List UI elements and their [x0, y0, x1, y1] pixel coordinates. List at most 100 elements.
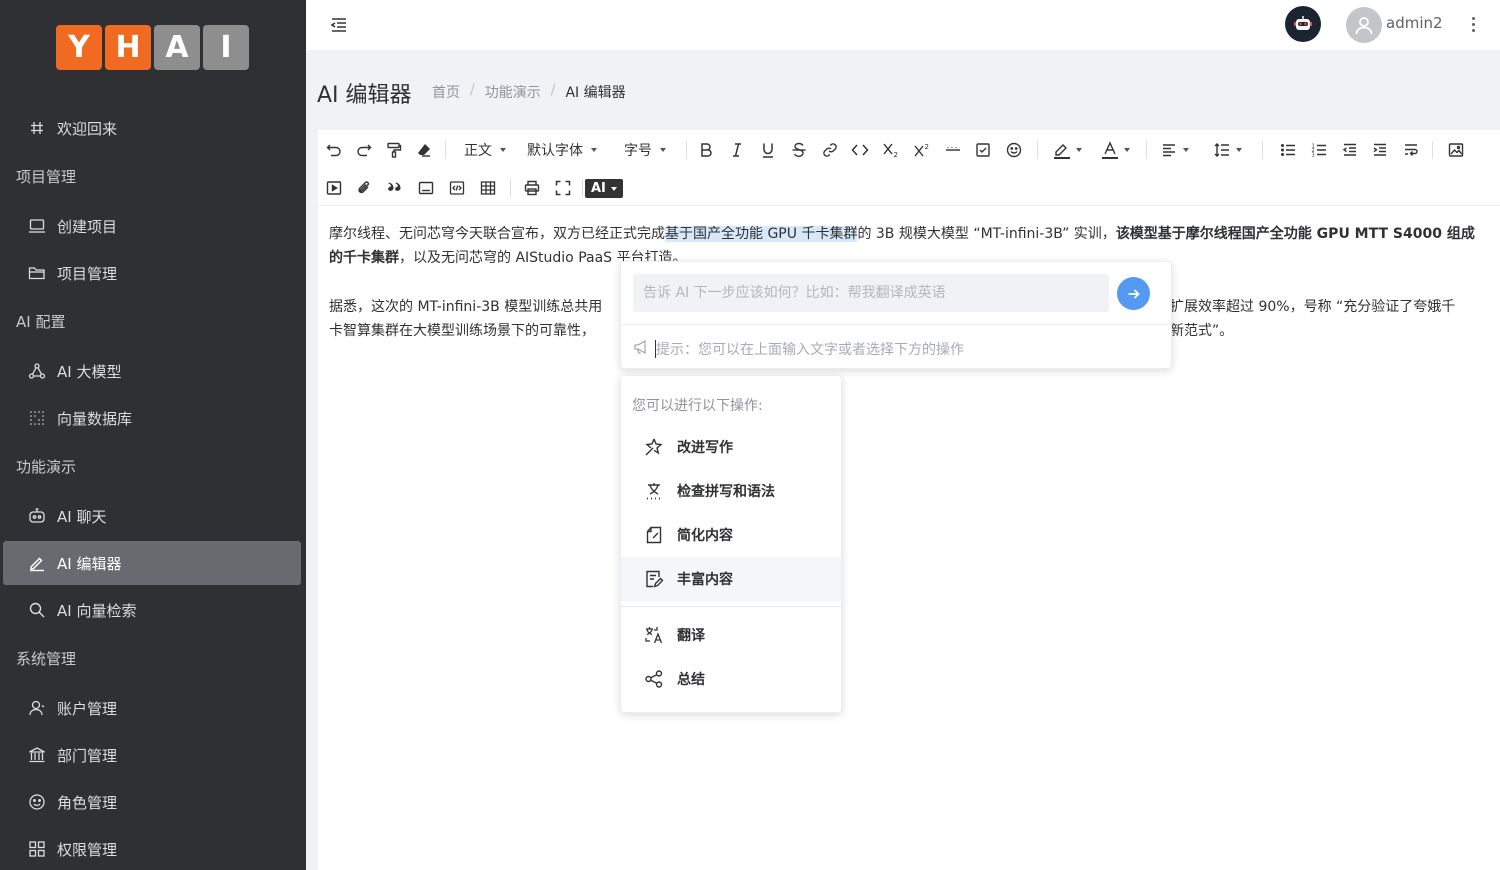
- logo[interactable]: Y H A I: [56, 25, 249, 70]
- code-block-icon[interactable]: [445, 176, 469, 200]
- ai-op-simplify[interactable]: 简化内容: [621, 513, 841, 557]
- svg-text:2: 2: [894, 151, 898, 158]
- file-simplify-icon: [644, 525, 664, 545]
- header: admin2: [306, 0, 1500, 50]
- horizontal-rule-icon[interactable]: [941, 138, 965, 162]
- text-run: 摩尔线程、无问芯穹今天联合宣布，双方已经正式完成: [329, 226, 665, 242]
- sidebar-item-label: 欢迎回来: [57, 119, 118, 138]
- breadcrumb-demo[interactable]: 功能演示: [485, 82, 541, 102]
- ai-op-summarize[interactable]: 总结: [621, 657, 841, 701]
- ai-op-label: 简化内容: [677, 528, 733, 544]
- ai-op-enrich[interactable]: 丰富内容: [621, 557, 841, 601]
- ai-tip: 提示：您可以在上面输入文字或者选择下方的操作: [633, 338, 964, 360]
- page-title: AI 编辑器: [317, 83, 412, 108]
- text-run: 扩展效率超过 90%，号称 “充分验证了夸娥千: [1170, 299, 1456, 315]
- eraser-icon[interactable]: [412, 138, 436, 162]
- emoji-icon[interactable]: [1002, 138, 1026, 162]
- bullet-list-icon[interactable]: [1276, 138, 1300, 162]
- ai-op-improve-writing[interactable]: 改进写作: [621, 425, 841, 469]
- attachment-icon[interactable]: [352, 176, 376, 200]
- ai-op-label: 检查拼写和语法: [677, 484, 775, 500]
- breadcrumb-separator: /: [550, 82, 556, 98]
- redo-icon[interactable]: [352, 138, 376, 162]
- ai-menu-button[interactable]: AI: [585, 179, 623, 198]
- user-icon: [27, 698, 47, 718]
- ai-op-check-spelling[interactable]: 检查拼写和语法: [621, 469, 841, 513]
- heading-select[interactable]: 正文: [456, 138, 514, 162]
- selected-text: 基于国产全功能 GPU 千卡集群: [665, 226, 858, 242]
- more-vertical-icon[interactable]: [1466, 12, 1480, 36]
- bold-icon[interactable]: [694, 138, 718, 162]
- table-icon[interactable]: [476, 176, 500, 200]
- sidebar-item-ai-chat[interactable]: AI 聊天: [3, 494, 301, 538]
- breadcrumb-home[interactable]: 首页: [432, 82, 460, 102]
- superscript-icon[interactable]: 2: [910, 138, 934, 162]
- ai-operations-menu: 您可以进行以下操作: 改进写作 检查拼写和语法 简化内容 丰富内容 翻译 总结: [620, 375, 842, 713]
- ai-op-translate[interactable]: 翻译: [621, 613, 841, 657]
- laptop-icon: [27, 216, 47, 236]
- line-height-icon[interactable]: [1209, 138, 1247, 162]
- sidebar-item-label: AI 向量检索: [57, 601, 137, 620]
- text-run: 据悉，这次的 MT-infini-3B 模型训练总共用: [329, 299, 603, 315]
- sidebar-item-label: 创建项目: [57, 217, 118, 236]
- user-avatar-icon[interactable]: [1346, 7, 1382, 43]
- quote-icon[interactable]: [382, 176, 406, 200]
- sidebar-item-label: AI 大模型: [57, 362, 122, 381]
- print-icon[interactable]: [520, 176, 544, 200]
- sidebar-item-role[interactable]: 角色管理: [3, 780, 301, 824]
- code-icon[interactable]: [848, 138, 872, 162]
- sidebar-item-vector-db[interactable]: 向量数据库: [3, 396, 301, 440]
- video-icon[interactable]: [322, 176, 346, 200]
- sidebar-item-create-project[interactable]: 创建项目: [3, 204, 301, 248]
- format-painter-icon[interactable]: [382, 138, 406, 162]
- breadcrumb-separator: /: [470, 82, 475, 98]
- megaphone-icon: [633, 338, 651, 360]
- breadcrumb-current: AI 编辑器: [565, 85, 626, 101]
- outdent-icon[interactable]: [1338, 138, 1362, 162]
- container-icon[interactable]: [414, 176, 438, 200]
- username[interactable]: admin2: [1386, 14, 1443, 32]
- task-list-icon[interactable]: [971, 138, 995, 162]
- ordered-list-icon[interactable]: 123: [1307, 138, 1331, 162]
- align-icon[interactable]: [1156, 138, 1194, 162]
- sidebar-item-department[interactable]: 部门管理: [3, 733, 301, 777]
- sidebar-item-label: 部门管理: [57, 746, 118, 765]
- subscript-icon[interactable]: 2: [879, 138, 903, 162]
- strikethrough-icon[interactable]: [787, 138, 811, 162]
- italic-icon[interactable]: [725, 138, 749, 162]
- sidebar-item-welcome[interactable]: 欢迎回来: [3, 106, 301, 150]
- link-icon[interactable]: [818, 138, 842, 162]
- indent-icon[interactable]: [1368, 138, 1392, 162]
- sidebar-item-ai-vector-search[interactable]: AI 向量检索: [3, 588, 301, 632]
- sidebar-item-ai-editor[interactable]: AI 编辑器: [3, 541, 301, 585]
- sidebar-item-permission[interactable]: 权限管理: [3, 827, 301, 870]
- ai-prompt-input[interactable]: [633, 274, 1109, 312]
- ai-send-button[interactable]: [1117, 277, 1150, 310]
- image-icon[interactable]: [1444, 138, 1468, 162]
- sidebar-item-account[interactable]: 账户管理: [3, 686, 301, 730]
- divider: [621, 606, 841, 607]
- font-color-icon[interactable]: [1096, 138, 1134, 162]
- smile-icon: [27, 792, 47, 812]
- sidebar-item-project-manage[interactable]: 项目管理: [3, 251, 301, 295]
- spell-check-icon: [644, 481, 664, 501]
- menu-collapse-icon[interactable]: [328, 14, 350, 36]
- line-break-icon[interactable]: [1399, 138, 1423, 162]
- ai-op-label: 翻译: [677, 628, 705, 644]
- text-run: 新范式”。: [1170, 323, 1234, 339]
- text-run: 的 3B 规模大模型 “MT-infini-3B” 实训，: [857, 226, 1116, 242]
- heading-select-label: 正文: [464, 143, 492, 159]
- font-family-select[interactable]: 默认字体: [521, 138, 603, 162]
- editor-toolbar: 正文 默认字体 字号 2 2 1 2 3 AI: [318, 130, 1500, 206]
- font-size-select[interactable]: 字号: [616, 138, 674, 162]
- highlight-color-icon[interactable]: [1048, 138, 1086, 162]
- fullscreen-icon[interactable]: [551, 176, 575, 200]
- robot-avatar[interactable]: [1285, 6, 1321, 42]
- underline-icon[interactable]: [756, 138, 780, 162]
- undo-icon[interactable]: [322, 138, 346, 162]
- ai-menu-title: 您可以进行以下操作:: [632, 398, 763, 414]
- sidebar-group-system: 系统管理: [16, 650, 77, 668]
- apps-icon: [27, 839, 47, 859]
- sidebar-group-project: 项目管理: [16, 168, 77, 186]
- sidebar-item-llm[interactable]: AI 大模型: [3, 349, 301, 393]
